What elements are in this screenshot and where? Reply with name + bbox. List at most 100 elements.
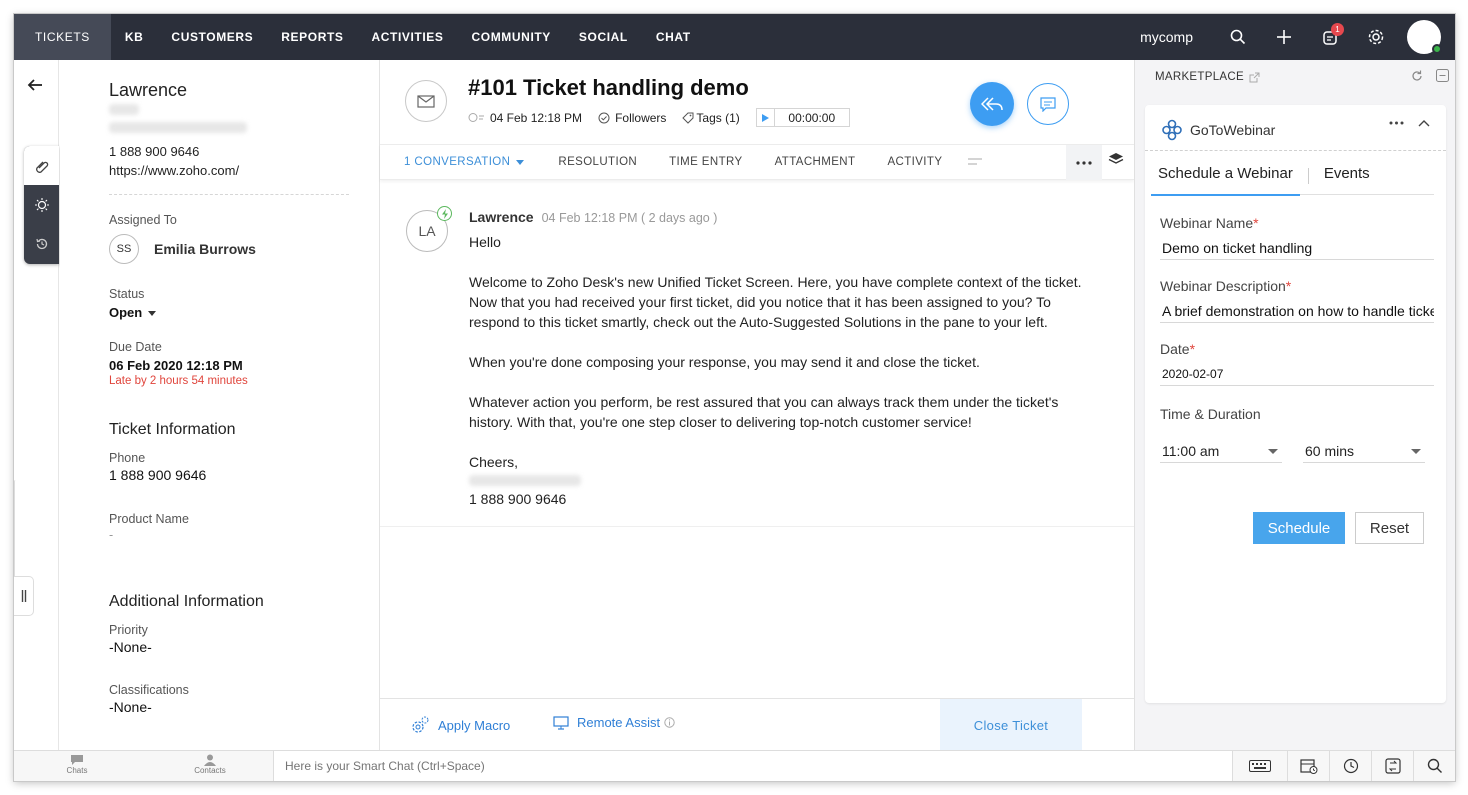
refresh-icon[interactable] — [1411, 70, 1423, 82]
tab-conversation[interactable]: 1 CONVERSATION — [404, 156, 525, 168]
add-comment-button[interactable] — [1027, 83, 1069, 125]
more-options-icon[interactable] — [1066, 145, 1102, 180]
nav-social[interactable]: SOCIAL — [565, 14, 642, 60]
minimize-icon[interactable] — [1436, 69, 1449, 82]
collapse-handle-icon[interactable] — [14, 576, 34, 616]
marketplace-controls — [1411, 69, 1455, 82]
product-name-value[interactable]: - — [109, 528, 113, 542]
marketplace-header: MARKETPLACE — [1155, 71, 1260, 83]
contact-phone[interactable]: 1 888 900 9646 — [109, 144, 199, 159]
nav-community[interactable]: COMMUNITY — [458, 14, 565, 60]
late-indicator: Late by 2 hours 54 minutes — [109, 375, 248, 387]
nav-reports[interactable]: REPORTS — [267, 14, 357, 60]
nav-activities[interactable]: ACTIVITIES — [358, 14, 458, 60]
contacts-label: Contacts — [194, 766, 226, 775]
message-time: 04 Feb 12:18 PM ( 2 days ago ) — [541, 211, 718, 225]
classifications-value[interactable]: -None- — [109, 699, 152, 715]
widget-controls — [1389, 119, 1430, 127]
schedule-calendar-icon[interactable] — [1287, 751, 1329, 781]
followers-link[interactable]: Followers — [598, 111, 666, 125]
marketplace-panel: MARKETPLACE GoToWebinar Schedule a Webin… — [1134, 60, 1455, 750]
smart-chat-input[interactable] — [274, 751, 1232, 781]
external-link-icon[interactable] — [1249, 72, 1260, 83]
chevron-up-icon[interactable] — [1418, 119, 1430, 127]
contact-name[interactable]: Lawrence — [109, 80, 187, 101]
footer-search-icon[interactable] — [1413, 751, 1455, 781]
clock-icon[interactable] — [1329, 751, 1371, 781]
priority-label: Priority — [109, 623, 148, 637]
user-avatar[interactable] — [1407, 20, 1442, 54]
tab-schedule-webinar[interactable]: Schedule a Webinar — [1151, 165, 1300, 196]
sender-name[interactable]: Lawrence — [469, 209, 534, 225]
message-paragraph: Welcome to Zoho Desk's new Unified Ticke… — [469, 274, 1082, 330]
time-select-value: 11:00 am — [1162, 442, 1220, 459]
chats-label: Chats — [66, 766, 88, 775]
tab-time-entry[interactable]: TIME ENTRY — [669, 156, 742, 168]
status-dropdown[interactable]: Open — [109, 305, 157, 320]
assigned-to-label: Assigned To — [109, 213, 177, 227]
tab-activity[interactable]: ACTIVITY — [887, 156, 942, 168]
date-field[interactable] — [1160, 362, 1434, 386]
widget-more-icon[interactable] — [1389, 121, 1404, 125]
chevron-down-icon — [1268, 449, 1278, 454]
chats-button[interactable]: Chats — [47, 754, 107, 775]
duration-select[interactable]: 60 mins — [1303, 439, 1425, 463]
add-icon[interactable] — [1261, 14, 1307, 60]
due-date-value[interactable]: 06 Feb 2020 12:18 PM — [109, 358, 243, 373]
apply-macro-button[interactable]: Apply Macro — [410, 715, 510, 735]
layers-icon[interactable] — [1108, 152, 1124, 169]
play-icon[interactable] — [757, 109, 775, 126]
filter-lines-icon[interactable] — [968, 158, 983, 166]
required-marker: * — [1285, 278, 1292, 294]
tab-resolution[interactable]: RESOLUTION — [558, 156, 637, 168]
nav-kb[interactable]: KB — [111, 14, 158, 60]
time-select[interactable]: 11:00 am — [1160, 439, 1282, 463]
attachment-icon[interactable] — [24, 146, 59, 185]
tag-icon — [682, 112, 694, 124]
chat-bubble-icon — [71, 755, 83, 765]
message-divider — [380, 526, 1134, 527]
tab-events[interactable]: Events — [1317, 165, 1377, 195]
followers-label: Followers — [615, 110, 667, 125]
nav-tickets[interactable]: TICKETS — [14, 14, 111, 60]
org-switcher[interactable]: mycomp — [1140, 29, 1193, 45]
phone-value[interactable]: 1 888 900 9646 — [109, 467, 206, 483]
nav-customers[interactable]: CUSTOMERS — [157, 14, 267, 60]
ticket-info-title: Ticket Information — [109, 421, 236, 438]
contact-website[interactable]: https://www.zoho.com/ — [109, 163, 239, 178]
online-status-dot — [1432, 44, 1442, 54]
gear-icon[interactable] — [1353, 14, 1399, 60]
assignee-name[interactable]: Emilia Burrows — [154, 241, 256, 257]
priority-value[interactable]: -None- — [109, 639, 152, 655]
schedule-button[interactable]: Schedule — [1253, 512, 1345, 544]
history-icon[interactable] — [24, 224, 59, 263]
tab-attachment[interactable]: ATTACHMENT — [775, 156, 856, 168]
redacted-email — [109, 122, 247, 133]
keyboard-icon[interactable] — [1232, 751, 1287, 781]
reply-all-button[interactable] — [970, 82, 1014, 126]
message-greeting: Hello — [469, 234, 501, 250]
phone-label: Phone — [109, 451, 146, 465]
search-icon[interactable] — [1215, 14, 1261, 60]
back-arrow-icon[interactable] — [27, 78, 43, 95]
required-marker: * — [1253, 215, 1259, 231]
contacts-button[interactable]: Contacts — [180, 754, 240, 775]
transfer-icon[interactable] — [1371, 751, 1413, 781]
gotowebinar-logo-icon — [1162, 119, 1182, 141]
reset-button[interactable]: Reset — [1355, 512, 1424, 544]
remote-assist-button[interactable]: Remote Assist — [553, 715, 675, 730]
bulb-icon[interactable] — [24, 185, 59, 224]
notifications-icon[interactable]: 1 — [1307, 14, 1353, 60]
marketplace-title: MARKETPLACE — [1155, 71, 1244, 83]
tab-separator — [1307, 168, 1309, 184]
remote-assist-label: Remote Assist — [577, 715, 661, 730]
nav-chat[interactable]: CHAT — [642, 14, 705, 60]
message-header: Lawrence 04 Feb 12:18 PM ( 2 days ago ) — [469, 209, 717, 225]
duration-select-value: 60 mins — [1305, 442, 1355, 459]
webinar-description-field[interactable] — [1160, 299, 1434, 323]
rail-toolbox — [24, 146, 59, 264]
close-ticket-button[interactable]: Close Ticket — [940, 699, 1082, 751]
tags-link[interactable]: Tags (1) — [682, 111, 740, 125]
webinar-name-field[interactable] — [1160, 236, 1434, 260]
sender-avatar: LA — [406, 206, 452, 252]
